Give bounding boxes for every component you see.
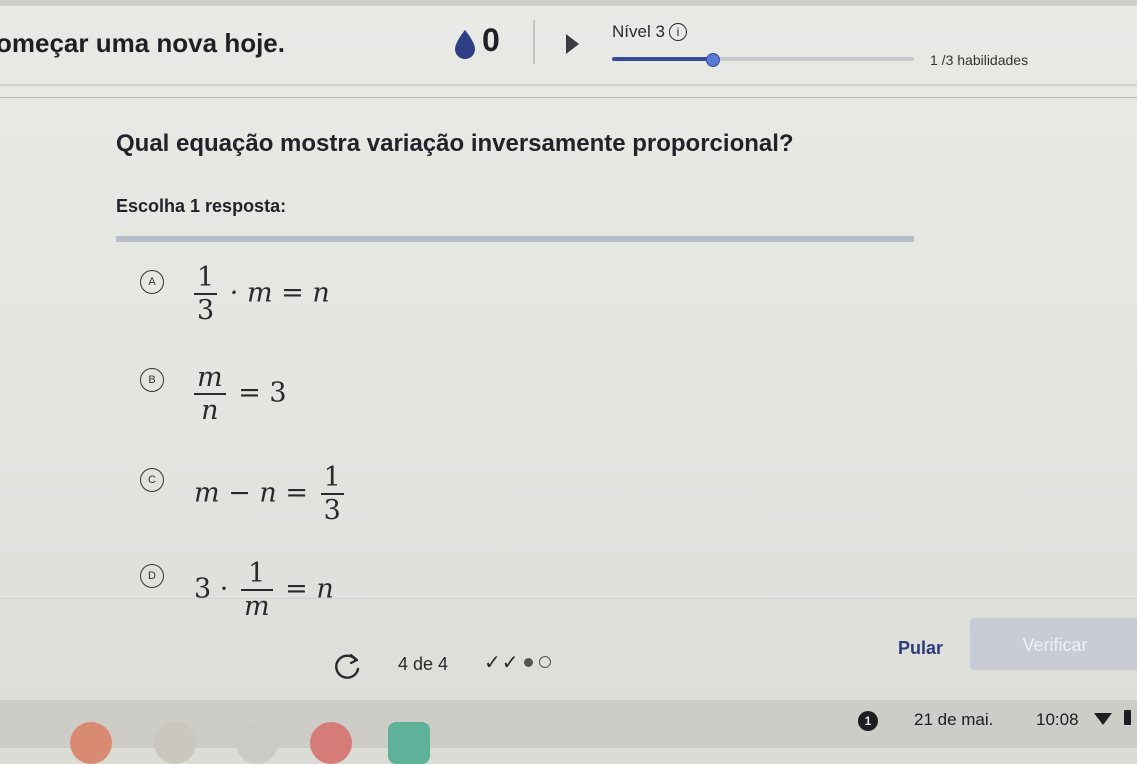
current-dot-icon — [523, 657, 533, 667]
expression-rest: = 3 — [238, 377, 287, 409]
choice-letter-b: B — [140, 368, 164, 392]
wifi-icon — [1094, 713, 1112, 725]
exercise-header: omeçar uma nova hoje. 0 Nível 3i 1 /3 ha… — [0, 0, 1137, 84]
progress-marks: ✓✓ — [484, 650, 551, 675]
choice-b[interactable]: B m n = 3 — [140, 362, 740, 432]
expression-lead: 3 · — [194, 573, 229, 605]
expression-rest: · m = n — [229, 277, 330, 309]
app-icon-5[interactable] — [388, 722, 430, 764]
notification-badge[interactable]: 1 — [858, 711, 878, 731]
header-divider-line — [0, 84, 1137, 86]
exercise-screen: omeçar uma nova hoje. 0 Nível 3i 1 /3 ha… — [0, 0, 1137, 700]
fraction-denominator: 3 — [197, 295, 215, 327]
fraction-numerator: m — [194, 362, 226, 396]
skills-count: 1 /3 habilidades — [930, 52, 1029, 68]
system-taskbar: 1 21 de mai. 10:08 — [0, 700, 1137, 764]
level-progress-knob — [705, 53, 720, 67]
date-display: 21 de mai. — [914, 710, 994, 729]
app-icon-4[interactable] — [310, 722, 352, 764]
choice-d[interactable]: D 3 · 1 m = n — [140, 556, 740, 626]
level-label[interactable]: Nível 3i — [612, 22, 687, 42]
info-icon[interactable]: i — [668, 23, 687, 41]
choice-b-expression: m n = 3 — [190, 362, 287, 426]
choice-d-expression: 3 · 1 m = n — [194, 558, 334, 622]
top-edge — [0, 0, 1137, 6]
expression-lead: m − n = — [194, 477, 308, 509]
choice-c-expression: m − n = 1 3 — [194, 462, 348, 526]
fraction-numerator: 1 — [194, 262, 218, 296]
battery-icon — [1124, 710, 1131, 725]
fraction-denominator: 3 — [323, 495, 341, 527]
level-progress-bar — [612, 53, 914, 67]
energy-count: 0 — [482, 22, 500, 58]
play-icon[interactable] — [566, 34, 579, 54]
fraction: 1 3 — [320, 462, 344, 527]
level-progress-fill — [612, 57, 712, 61]
choices-divider — [116, 236, 914, 242]
check-icons: ✓✓ — [484, 652, 520, 674]
fraction: m n — [194, 362, 226, 426]
choice-letter-a: A — [140, 270, 164, 294]
fraction-denominator: n — [201, 395, 219, 427]
fraction: 1 m — [240, 558, 273, 623]
skip-button[interactable]: Pular — [898, 638, 943, 659]
choice-c[interactable]: C m − n = 1 3 — [140, 460, 740, 530]
app-icon-3[interactable] — [236, 722, 278, 764]
refresh-icon[interactable] — [332, 650, 364, 682]
app-icon-2[interactable] — [154, 722, 196, 764]
header-divider-line-2 — [0, 97, 1137, 98]
empty-dot-icon — [538, 656, 551, 669]
fraction-denominator: m — [243, 591, 270, 623]
choice-a-expression: 1 3 · m = n — [190, 262, 330, 326]
answer-prompt: Escolha 1 resposta: — [116, 196, 287, 216]
choice-letter-d: D — [140, 564, 164, 588]
app-icon-1[interactable] — [70, 722, 112, 764]
verify-button[interactable]: Verificar — [970, 618, 1137, 670]
choice-letter-c: C — [140, 468, 164, 492]
energy-drop-icon — [455, 30, 475, 59]
footer-divider — [0, 598, 1137, 599]
fraction-numerator: 1 — [320, 462, 344, 496]
choice-a[interactable]: A 1 3 · m = n — [140, 262, 740, 332]
question-text: Qual equação mostra variação inversament… — [116, 130, 794, 157]
level-text: Nível 3 — [612, 22, 665, 41]
fraction-numerator: 1 — [240, 558, 273, 592]
clock-display: 10:08 — [1036, 710, 1079, 729]
header-title: omeçar uma nova hoje. — [0, 28, 285, 58]
header-divider — [533, 20, 535, 64]
fraction: 1 3 — [194, 262, 218, 327]
expression-rest: = n — [285, 573, 334, 605]
question-counter: 4 de 4 — [398, 654, 449, 674]
